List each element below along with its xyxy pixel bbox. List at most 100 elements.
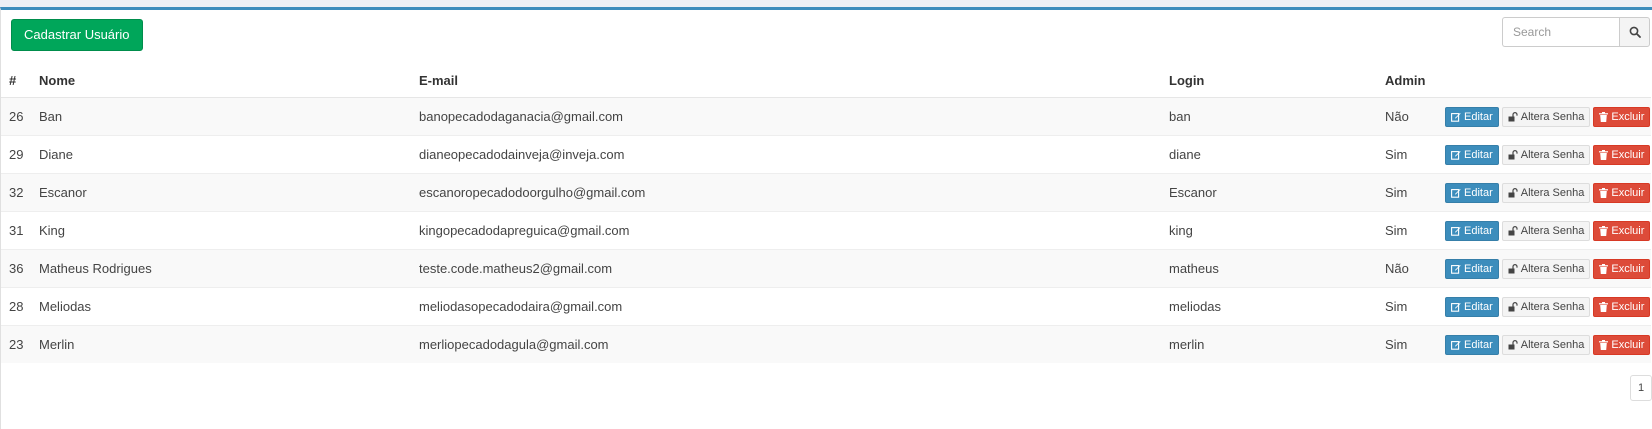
cell-admin: Sim [1377,135,1435,174]
edit-button[interactable]: Editar [1445,258,1499,279]
delete-label: Excluir [1611,300,1645,313]
cell-id: 23 [1,325,31,363]
cell-email: escanoropecadodoorgulho@gmail.com [411,173,1161,212]
unlock-icon [1508,263,1518,274]
edit-icon [1451,188,1461,198]
edit-icon [1451,150,1461,160]
edit-icon [1451,340,1461,350]
cell-id: 28 [1,287,31,326]
users-table: # Nome E-mail Login Admin 26 Ban banopec… [1,63,1651,363]
edit-button[interactable]: Editar [1445,334,1499,355]
change-password-button[interactable]: Altera Senha [1501,106,1591,127]
cell-admin: Não [1377,97,1435,136]
header-actions [1435,63,1651,98]
search-group [1502,17,1650,47]
add-user-button[interactable]: Cadastrar Usuário [11,19,143,51]
header-email: E-mail [411,63,1161,98]
table-row: 36 Matheus Rodrigues teste.code.matheus2… [1,249,1651,288]
cell-nome: Diane [31,135,411,174]
cell-login: diane [1161,135,1377,174]
search-input[interactable] [1502,17,1619,47]
change-password-label: Altera Senha [1520,186,1585,199]
users-panel: Cadastrar Usuário # Nome E-mail Login Ad… [0,7,1652,429]
cell-actions: Editar Altera Senha Excluir [1435,325,1651,363]
cell-email: dianeopecadodainveja@inveja.com [411,135,1161,174]
cell-email: merliopecadodagula@gmail.com [411,325,1161,363]
unlock-icon [1508,149,1518,160]
pagination-page-1[interactable]: 1 [1630,375,1652,401]
cell-id: 31 [1,211,31,250]
cell-login: Escanor [1161,173,1377,212]
cell-email: teste.code.matheus2@gmail.com [411,249,1161,288]
delete-button[interactable]: Excluir [1593,334,1651,355]
delete-button[interactable]: Excluir [1593,182,1651,203]
delete-label: Excluir [1611,148,1645,161]
cell-email: meliodasopecadodaira@gmail.com [411,287,1161,326]
cell-id: 32 [1,173,31,212]
cell-admin: Sim [1377,173,1435,212]
change-password-label: Altera Senha [1520,338,1585,351]
cell-login: meliodas [1161,287,1377,326]
cell-nome: Ban [31,97,411,136]
cell-email: kingopecadodapreguica@gmail.com [411,211,1161,250]
trash-icon [1599,339,1609,350]
table-row: 29 Diane dianeopecadodainveja@inveja.com… [1,135,1651,174]
edit-icon [1451,112,1461,122]
change-password-button[interactable]: Altera Senha [1501,182,1591,203]
edit-label: Editar [1464,262,1493,275]
change-password-button[interactable]: Altera Senha [1501,296,1591,317]
unlock-icon [1508,339,1518,350]
unlock-icon [1508,225,1518,236]
cell-login: king [1161,211,1377,250]
change-password-button[interactable]: Altera Senha [1501,334,1591,355]
cell-actions: Editar Altera Senha Excluir [1435,211,1651,250]
search-button[interactable] [1619,17,1650,47]
cell-id: 36 [1,249,31,288]
header-admin: Admin [1377,63,1435,98]
delete-button[interactable]: Excluir [1593,220,1651,241]
delete-button[interactable]: Excluir [1593,144,1651,165]
table-row: 26 Ban banopecadodaganacia@gmail.com ban… [1,97,1651,136]
cell-nome: Matheus Rodrigues [31,249,411,288]
cell-actions: Editar Altera Senha Excluir [1435,135,1651,174]
table-header-row: # Nome E-mail Login Admin [1,63,1651,98]
header-login: Login [1161,63,1377,98]
cell-actions: Editar Altera Senha Excluir [1435,287,1651,326]
trash-icon [1599,187,1609,198]
edit-icon [1451,264,1461,274]
delete-button[interactable]: Excluir [1593,296,1651,317]
delete-button[interactable]: Excluir [1593,258,1651,279]
cell-id: 29 [1,135,31,174]
edit-button[interactable]: Editar [1445,106,1499,127]
edit-button[interactable]: Editar [1445,220,1499,241]
change-password-label: Altera Senha [1520,224,1585,237]
change-password-label: Altera Senha [1520,110,1585,123]
cell-id: 26 [1,97,31,136]
cell-login: ban [1161,97,1377,136]
header-id: # [1,63,31,98]
edit-button[interactable]: Editar [1445,182,1499,203]
cell-admin: Sim [1377,287,1435,326]
edit-label: Editar [1464,186,1493,199]
change-password-button[interactable]: Altera Senha [1501,258,1591,279]
cell-actions: Editar Altera Senha Excluir [1435,249,1651,288]
search-icon [1629,26,1641,38]
table-row: 23 Merlin merliopecadodagula@gmail.com m… [1,325,1651,363]
edit-label: Editar [1464,338,1493,351]
change-password-button[interactable]: Altera Senha [1501,144,1591,165]
cell-nome: Escanor [31,173,411,212]
cell-admin: Não [1377,249,1435,288]
cell-nome: Merlin [31,325,411,363]
table-row: 31 King kingopecadodapreguica@gmail.com … [1,211,1651,250]
edit-label: Editar [1464,148,1493,161]
cell-admin: Sim [1377,211,1435,250]
cell-actions: Editar Altera Senha Excluir [1435,97,1651,136]
change-password-label: Altera Senha [1520,300,1585,313]
edit-button[interactable]: Editar [1445,144,1499,165]
unlock-icon [1508,301,1518,312]
delete-button[interactable]: Excluir [1593,106,1651,127]
edit-label: Editar [1464,300,1493,313]
change-password-button[interactable]: Altera Senha [1501,220,1591,241]
delete-label: Excluir [1611,338,1645,351]
edit-button[interactable]: Editar [1445,296,1499,317]
